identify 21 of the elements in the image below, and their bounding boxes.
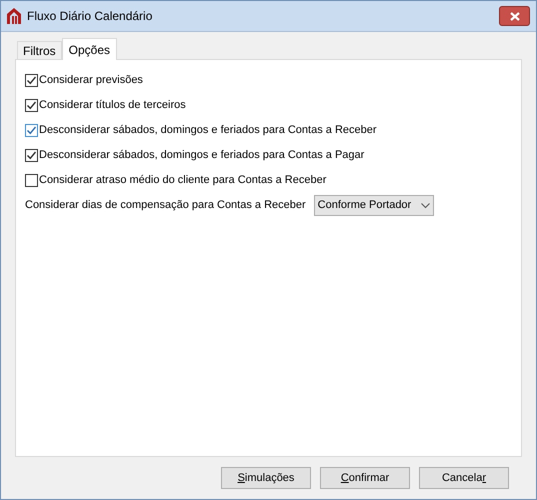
checkmark-icon: [26, 150, 37, 161]
checkbox[interactable]: Considerar previsões: [25, 73, 512, 88]
checkbox[interactable]: Considerar atraso médio do cliente para Contas a Receber: [25, 173, 512, 188]
dialog-button[interactable]: Confirmar: [320, 467, 410, 489]
chevron-down-icon: [420, 202, 430, 208]
checkmark-icon: [26, 75, 37, 86]
dropdown[interactable]: Conforme Portador: [314, 195, 434, 216]
checkbox[interactable]: Desconsiderar sábados, domingos e feriados para Contas a Pagar: [25, 148, 512, 163]
checkmark-icon: [26, 100, 37, 111]
window-title: Fluxo Diário Calendário: [27, 8, 154, 25]
app-logo-icon: [7, 8, 21, 24]
checkmark-icon: [26, 125, 37, 136]
dialog-button[interactable]: Cancelar: [419, 467, 509, 489]
tab[interactable]: Opções: [62, 38, 118, 60]
field-label: Considerar dias de compensação para Contas a Receber: [25, 198, 306, 214]
checkbox[interactable]: Considerar títulos de terceiros: [25, 98, 512, 113]
close-icon: [510, 12, 520, 20]
close-button[interactable]: [499, 6, 530, 26]
dialog-button[interactable]: Simulações: [221, 467, 311, 489]
tab[interactable]: Filtros: [17, 41, 62, 59]
checkbox[interactable]: Desconsiderar sábados, domingos e feriados para Contas a Receber: [25, 123, 512, 138]
